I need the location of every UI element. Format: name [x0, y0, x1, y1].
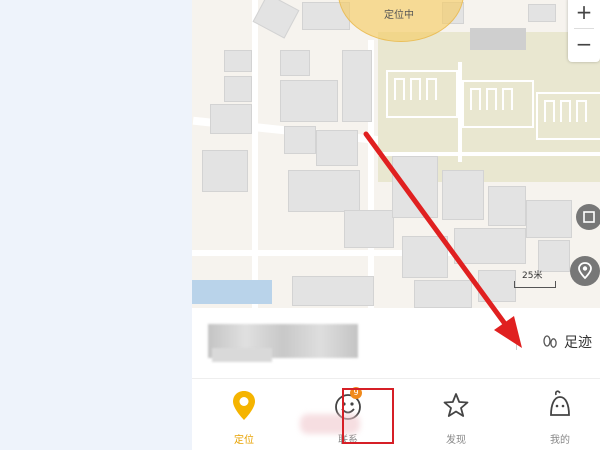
- parking-pad: [462, 80, 534, 128]
- location-pin-icon: [578, 262, 592, 280]
- building: [442, 170, 484, 220]
- highlight-annotation-box: [342, 388, 394, 444]
- blurred-address-line2: [212, 348, 272, 362]
- footprint-label: 足迹: [564, 335, 592, 351]
- locate-me-button[interactable]: [570, 256, 600, 286]
- building: [280, 50, 310, 76]
- zoom-out-button[interactable]: −: [568, 30, 600, 58]
- building: [210, 104, 252, 134]
- building: [292, 276, 374, 306]
- tab-label: 发现: [446, 435, 466, 446]
- parking-pad: [386, 70, 458, 118]
- building: [288, 170, 360, 212]
- water-area: [192, 280, 272, 304]
- phone-screen: 定位中 + − 25米 足迹 定位 9 联系 发现 我的: [192, 0, 600, 450]
- scale-label: 25米: [522, 271, 543, 281]
- location-pin-icon: [233, 391, 255, 420]
- bottom-tab-bar: 定位 9 联系 发现 我的: [192, 378, 600, 450]
- tab-me[interactable]: 我的: [520, 379, 600, 450]
- road: [458, 62, 462, 162]
- tab-label: 我的: [550, 435, 570, 446]
- building: [280, 80, 338, 122]
- zoom-control: + −: [568, 0, 600, 62]
- tab-label: 定位: [234, 435, 254, 446]
- building: [224, 50, 252, 72]
- building: [284, 126, 316, 154]
- building: [342, 50, 372, 122]
- building: [202, 150, 248, 192]
- image-button[interactable]: [576, 204, 600, 230]
- location-info-bar: 足迹: [192, 308, 600, 378]
- zoom-divider: [574, 28, 594, 29]
- image-icon: [583, 211, 595, 223]
- building: [414, 280, 472, 308]
- building: [344, 210, 394, 248]
- map-view[interactable]: 定位中 + − 25米: [192, 0, 600, 320]
- info-divider: [516, 334, 517, 350]
- blank-left-panel: [0, 0, 192, 450]
- building: [478, 270, 516, 302]
- map-scale: 25米: [514, 268, 556, 290]
- building: [402, 236, 448, 278]
- scale-bar: [514, 281, 556, 288]
- star-icon: [443, 393, 469, 417]
- building: [392, 156, 438, 218]
- tab-discover[interactable]: 发现: [416, 379, 496, 450]
- footprint-button[interactable]: 足迹: [542, 330, 592, 354]
- zoom-in-button[interactable]: +: [568, 0, 600, 26]
- parking-pad: [536, 92, 600, 140]
- footprint-icon: [543, 335, 557, 348]
- location-status-label: 定位中: [384, 10, 414, 21]
- building: [526, 200, 572, 238]
- building: [252, 0, 300, 39]
- building: [528, 4, 556, 22]
- building: [488, 186, 526, 226]
- building: [224, 76, 252, 102]
- road: [252, 0, 258, 320]
- mascot-avatar-icon: [550, 390, 570, 416]
- tab-locate[interactable]: 定位: [204, 379, 284, 450]
- building: [316, 130, 358, 166]
- building: [454, 228, 526, 264]
- blurred-redaction: [470, 28, 526, 50]
